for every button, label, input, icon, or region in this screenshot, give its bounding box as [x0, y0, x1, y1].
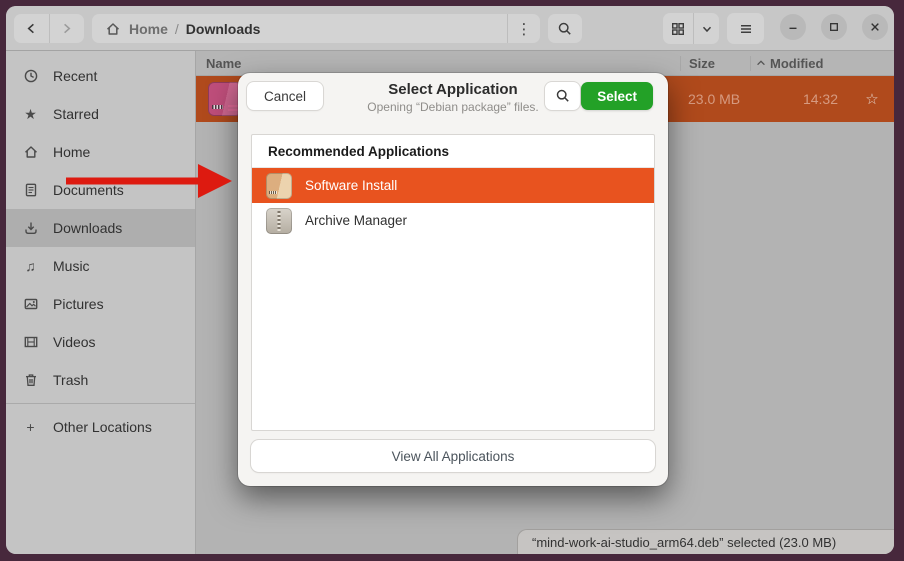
music-note-icon: ♫ [22, 258, 39, 275]
nav-buttons [14, 14, 84, 43]
chevron-left-icon [24, 21, 39, 36]
clock-icon [22, 68, 39, 85]
sidebar-item-label: Recent [53, 68, 97, 84]
grid-icon [670, 21, 686, 37]
dialog-search-button[interactable] [545, 82, 580, 110]
headerbar: Home / Downloads ⋮ [6, 6, 894, 51]
software-install-icon [266, 173, 292, 199]
breadcrumb-home[interactable]: Home [129, 21, 168, 37]
sidebar-item-label: Videos [53, 334, 96, 350]
view-all-applications-button[interactable]: View All Applications [251, 440, 655, 472]
view-options-button[interactable] [694, 13, 719, 44]
sidebar-item-starred[interactable]: ★ Starred [6, 95, 195, 133]
film-icon [22, 334, 39, 351]
document-icon [22, 182, 39, 199]
picture-icon [22, 296, 39, 313]
sidebar-item-label: Other Locations [53, 419, 152, 435]
close-button[interactable] [862, 14, 888, 40]
app-name: Archive Manager [305, 213, 407, 228]
sidebar: Recent ★ Starred Home Documents [6, 51, 196, 554]
app-row-software-install[interactable]: Software Install [252, 168, 654, 203]
minimize-icon [786, 20, 800, 34]
sidebar-item-label: Downloads [53, 220, 122, 236]
breadcrumb-current[interactable]: Downloads [186, 21, 261, 37]
star-icon: ★ [22, 106, 39, 123]
column-header-name[interactable]: Name [196, 56, 680, 71]
file-modified: 14:32 [750, 91, 850, 107]
hamburger-icon [738, 21, 754, 37]
maximize-button[interactable] [821, 14, 847, 40]
trash-icon [22, 372, 39, 389]
status-bar: “mind-work-ai-studio_arm64.deb” selected… [517, 529, 894, 554]
main-menu-button[interactable] [727, 13, 764, 44]
sidebar-item-label: Home [53, 144, 90, 160]
sidebar-item-downloads[interactable]: Downloads [6, 209, 195, 247]
column-header-modified-label: Modified [770, 56, 823, 71]
application-list: Recommended Applications Software Instal… [251, 134, 655, 431]
sidebar-item-pictures[interactable]: Pictures [6, 285, 195, 323]
forward-button[interactable] [50, 14, 85, 43]
select-application-dialog: Cancel Select Application Opening “Debia… [238, 73, 668, 486]
search-icon [557, 21, 573, 37]
sidebar-item-label: Trash [53, 372, 88, 388]
breadcrumb-separator: / [175, 21, 179, 37]
chevron-down-icon [700, 22, 714, 36]
dialog-header: Cancel Select Application Opening “Debia… [238, 73, 668, 127]
sidebar-item-label: Documents [53, 182, 124, 198]
breadcrumb: Home / Downloads ⋮ [92, 14, 540, 43]
sidebar-item-label: Pictures [53, 296, 104, 312]
sidebar-item-documents[interactable]: Documents [6, 171, 195, 209]
close-icon [868, 20, 882, 34]
status-text: “mind-work-ai-studio_arm64.deb” selected… [532, 535, 836, 550]
vertical-dots-icon: ⋮ [517, 20, 532, 38]
star-outline-icon[interactable]: ☆ [850, 90, 894, 108]
maximize-icon [827, 20, 841, 34]
grid-view-button[interactable] [663, 13, 693, 44]
app-name: Software Install [305, 178, 397, 193]
sidebar-item-label: Starred [53, 106, 99, 122]
sidebar-item-label: Music [53, 258, 90, 274]
archive-manager-icon [266, 208, 292, 234]
deb-package-icon [208, 82, 242, 116]
select-button[interactable]: Select [581, 82, 653, 110]
minimize-button[interactable] [780, 14, 806, 40]
path-menu-button[interactable]: ⋮ [508, 14, 540, 43]
search-button[interactable] [548, 14, 582, 43]
sidebar-item-home[interactable]: Home [6, 133, 195, 171]
sidebar-item-music[interactable]: ♫ Music [6, 247, 195, 285]
sidebar-item-recent[interactable]: Recent [6, 57, 195, 95]
column-header-modified[interactable]: Modified [750, 56, 850, 71]
dialog-title: Select Application [367, 81, 538, 98]
sort-ascending-icon [755, 57, 767, 69]
sidebar-item-other-locations[interactable]: + Other Locations [6, 408, 195, 446]
search-icon [555, 88, 571, 104]
desktop: Home / Downloads ⋮ [0, 0, 904, 561]
section-header: Recommended Applications [252, 135, 654, 168]
download-icon [22, 220, 39, 237]
file-size: 23.0 MB [680, 91, 750, 107]
column-header-size[interactable]: Size [680, 56, 750, 71]
sidebar-separator [6, 403, 195, 404]
view-toggle [663, 13, 719, 44]
dialog-subtitle: Opening “Debian package” files. [367, 100, 538, 114]
home-icon [22, 144, 39, 161]
plus-icon: + [22, 419, 39, 436]
back-button[interactable] [14, 14, 49, 43]
app-row-archive-manager[interactable]: Archive Manager [252, 203, 654, 238]
sidebar-item-videos[interactable]: Videos [6, 323, 195, 361]
chevron-right-icon [59, 21, 74, 36]
dialog-titles: Select Application Opening “Debian packa… [367, 81, 538, 114]
cancel-button[interactable]: Cancel [247, 82, 323, 110]
sidebar-item-trash[interactable]: Trash [6, 361, 195, 399]
home-icon [104, 20, 121, 37]
